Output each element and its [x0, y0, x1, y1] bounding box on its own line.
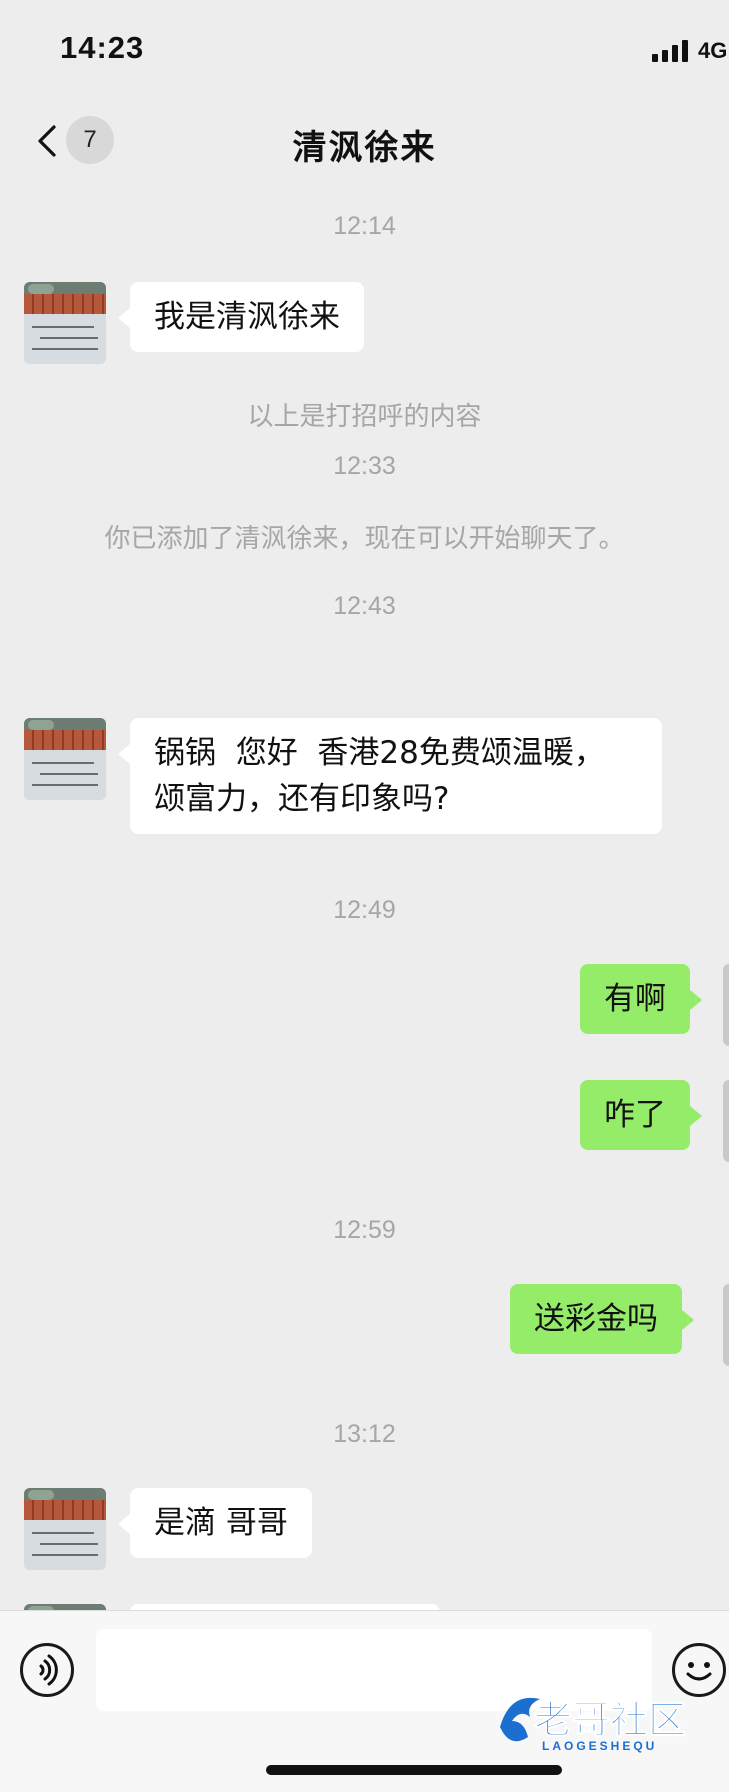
- network-type: 4G: [698, 38, 728, 63]
- message-bubble-sent[interactable]: 送彩金吗: [510, 1284, 694, 1354]
- status-bar: 14:23 4G: [0, 0, 729, 100]
- home-indicator[interactable]: [266, 1765, 562, 1775]
- system-message: 你已添加了清沨徐来，现在可以开始聊天了。: [104, 524, 625, 554]
- timestamp: 12:14: [333, 212, 396, 240]
- message-bubble-sent[interactable]: 咋了: [580, 1080, 702, 1150]
- timestamp: 13:12: [333, 1420, 396, 1448]
- message-bubble-received[interactable]: 锅锅 您好 香港28免费颂温暖， 颂富力，还有印象吗?: [118, 718, 662, 834]
- contact-avatar[interactable]: [24, 282, 106, 364]
- input-bar: 老哥社区 LAOGESHEQU: [0, 1610, 729, 1792]
- contact-avatar[interactable]: [24, 718, 106, 800]
- my-avatar[interactable]: [723, 1080, 729, 1162]
- nav-bar: 7 清沨徐来: [0, 100, 729, 180]
- timestamp: 12:49: [333, 896, 396, 924]
- message-bubble-received[interactable]: 是滴 哥哥: [118, 1488, 312, 1558]
- message-bubble-received[interactable]: 我是清沨徐来: [118, 282, 364, 352]
- voice-icon: [39, 1654, 58, 1686]
- timestamp: 12:33: [333, 452, 396, 480]
- timestamp: 12:43: [333, 592, 396, 620]
- watermark-logo: 老哥社区 LAOGESHEQU: [490, 1683, 729, 1763]
- message-bubble-sent[interactable]: 有啊: [580, 964, 702, 1034]
- signal-icon: [652, 40, 688, 62]
- chat-area[interactable]: 12:14 我是清沨徐来 以上是打招呼的内容 12:33 你已添加了清沨徐来，现…: [0, 180, 729, 1610]
- system-message: 以上是打招呼的内容: [247, 402, 482, 432]
- my-avatar[interactable]: [723, 1284, 729, 1366]
- chat-title[interactable]: 清沨徐来: [0, 120, 729, 169]
- voice-button[interactable]: [20, 1643, 74, 1697]
- my-avatar[interactable]: [723, 964, 729, 1046]
- status-time: 14:23: [60, 30, 145, 65]
- timestamp: 12:59: [333, 1216, 396, 1244]
- watermark-sub: LAOGESHEQU: [542, 1739, 658, 1753]
- contact-avatar[interactable]: [24, 1488, 106, 1570]
- watermark-brand: 老哥社区: [533, 1698, 687, 1743]
